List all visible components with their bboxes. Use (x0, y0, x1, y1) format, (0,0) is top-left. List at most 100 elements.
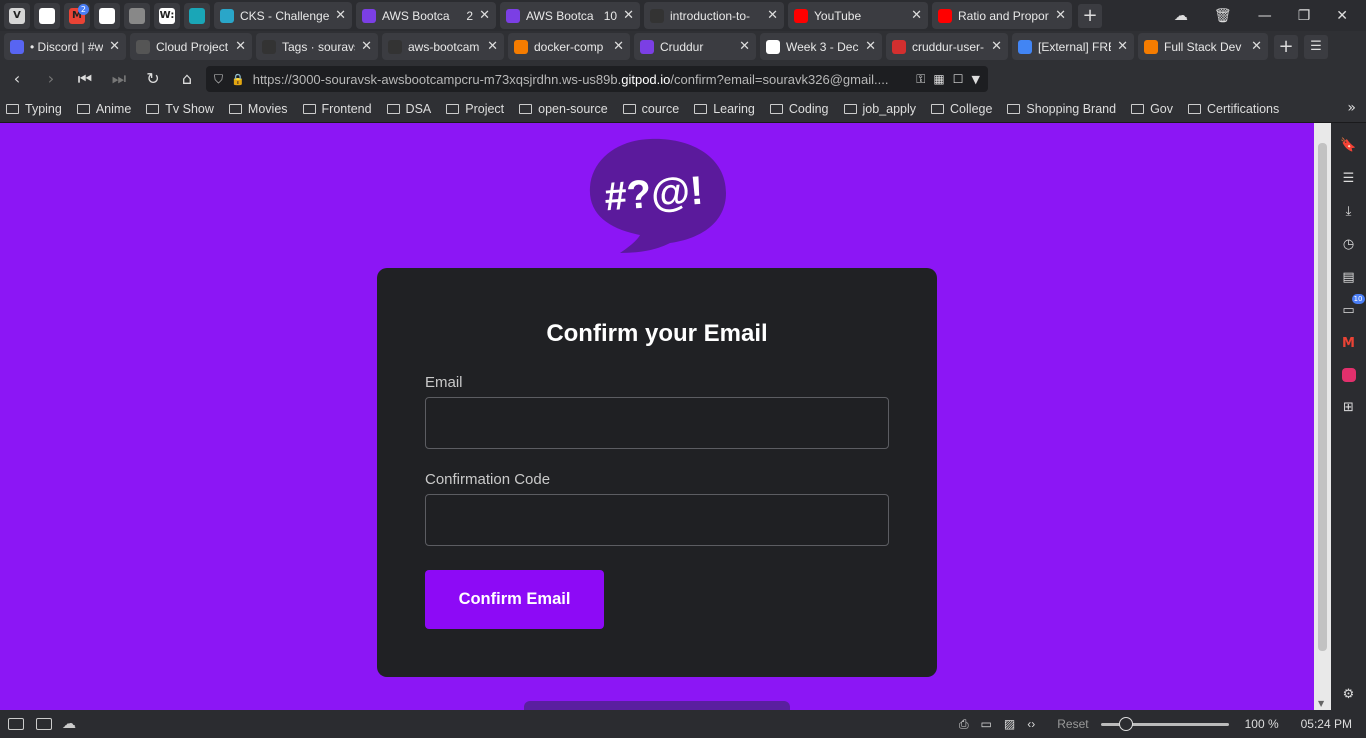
tab-tiling-icon[interactable] (36, 718, 52, 730)
browser-tab[interactable]: aws-bootcam ✕ (382, 33, 504, 60)
address-bar[interactable]: ⛉ 🔒 https://3000-souravsk-awsbootcampcru… (206, 66, 988, 92)
dropdown-icon[interactable]: ▼ (972, 73, 988, 86)
browser-tab[interactable]: introduction-to- ✕ (644, 2, 784, 29)
browser-tab[interactable]: CKS - Challenges ✕ (214, 2, 352, 29)
more-bookmarks-icon[interactable]: » (1347, 100, 1356, 116)
browser-tab[interactable]: Tags · souravs ✕ (256, 33, 378, 60)
close-tab-icon[interactable]: ✕ (335, 8, 346, 23)
browser-tab[interactable]: Cruddur ✕ (634, 33, 756, 60)
bookmark-folder[interactable]: Project (446, 102, 504, 116)
minimize-icon[interactable]: — (1258, 8, 1272, 24)
window-icon[interactable]: ▭ (981, 717, 992, 731)
close-tab-icon[interactable]: ✕ (479, 8, 490, 23)
window-panel-icon[interactable]: ▭ 10 (1341, 294, 1365, 318)
bookmark-folder[interactable]: open-source (519, 102, 608, 116)
close-tab-icon[interactable]: ✕ (1117, 39, 1128, 54)
bookmark-folder[interactable]: cource (622, 102, 679, 116)
scroll-down-icon[interactable]: ▼ (1318, 699, 1324, 708)
capture-icon[interactable]: ⎙ (959, 717, 969, 732)
browser-tab[interactable]: Ratio and Propor ✕ (932, 2, 1072, 29)
browser-tab[interactable]: • Discord | #w ✕ (4, 33, 126, 60)
confirmation-code-field[interactable] (425, 494, 889, 546)
rewind-icon[interactable]: ⏮ (68, 69, 102, 89)
fast-forward-icon[interactable]: ⏭ (102, 69, 136, 89)
url-text[interactable]: https://3000-souravsk-awsbootcampcru-m73… (253, 72, 909, 87)
pinned-tab-app[interactable] (184, 2, 210, 29)
browser-tab[interactable]: cruddur-user- ✕ (886, 33, 1008, 60)
zoom-slider[interactable] (1100, 716, 1229, 731)
close-tab-icon[interactable]: ✕ (109, 39, 120, 54)
bookmark-folder[interactable]: Gov (1131, 102, 1173, 116)
close-tab-icon[interactable]: ✕ (623, 8, 634, 23)
cloud-icon[interactable]: ☁ (1174, 8, 1188, 24)
instagram-icon[interactable] (1341, 368, 1356, 382)
pinned-tab-github[interactable] (94, 2, 120, 29)
email-field[interactable] (425, 397, 889, 449)
home-icon[interactable]: ⌂ (170, 69, 204, 88)
key-icon[interactable]: ⚿ (916, 72, 925, 87)
reading-list-icon[interactable]: ☰ (1341, 170, 1357, 186)
bookmark-folder[interactable]: Certifications (1188, 102, 1279, 116)
bookmark-folder[interactable]: Movies (228, 102, 288, 116)
bookmark-folder[interactable]: College (931, 102, 992, 116)
close-window-icon[interactable]: ✕ (1336, 8, 1348, 24)
notes-icon[interactable]: ▤ (1341, 269, 1357, 285)
close-tab-icon[interactable]: ✕ (739, 39, 750, 54)
pinned-tab-gmail[interactable]: M2 (64, 2, 90, 29)
tab-menu-icon[interactable]: ☰ (1304, 34, 1328, 59)
scrollbar-thumb[interactable] (1318, 143, 1327, 651)
bookmark-folder[interactable]: Shopping Brand (1007, 102, 1116, 116)
pinned-tab-globe[interactable] (124, 2, 150, 29)
add-panel-icon[interactable]: ⊞ (1341, 399, 1357, 415)
pinned-tab-word[interactable]: W: (154, 2, 180, 29)
bookmark-folder[interactable]: Frontend (302, 102, 372, 116)
code-icon[interactable]: ‹› (1027, 717, 1035, 731)
new-tab-icon-2[interactable]: + (1274, 34, 1298, 59)
bookmark-folder[interactable]: job_apply (843, 102, 916, 116)
reload-icon[interactable]: ↻ (136, 69, 170, 88)
bookmark-folder[interactable]: Tv Show (146, 102, 214, 116)
pinned-tab-github[interactable] (34, 2, 60, 29)
back-icon[interactable]: ‹ (0, 69, 34, 88)
new-tab-icon[interactable]: + (1078, 3, 1102, 28)
close-tab-icon[interactable]: ✕ (767, 8, 778, 23)
bookmark-folder[interactable]: Coding (769, 102, 829, 116)
restore-icon[interactable]: ❐ (1298, 8, 1311, 24)
browser-tab[interactable]: AWS Bootca 10 ✕ (500, 2, 640, 29)
bookmark-folder[interactable]: DSA (386, 102, 431, 116)
zoom-slider-knob[interactable] (1119, 716, 1134, 731)
bookmark-page-icon[interactable]: ☐ (953, 72, 964, 86)
zoom-reset-button[interactable]: Reset (1057, 717, 1088, 731)
sync-cloud-icon[interactable]: ☁ (62, 716, 76, 732)
bookmark-folder[interactable]: Learing (694, 102, 755, 116)
close-tab-icon[interactable]: ✕ (865, 39, 876, 54)
history-icon[interactable]: ◷ (1341, 236, 1357, 252)
shield-icon[interactable]: ⛉ (214, 72, 223, 87)
bookmarks-panel-icon[interactable]: 🔖 (1340, 137, 1356, 153)
close-tab-icon[interactable]: ✕ (1251, 39, 1262, 54)
browser-tab[interactable]: YouTube ✕ (788, 2, 928, 29)
trash-icon[interactable]: 🗑 (1214, 8, 1232, 24)
browser-tab[interactable]: AWS Bootca 2 ✕ (356, 2, 496, 29)
close-tab-icon[interactable]: ✕ (487, 39, 498, 54)
confirm-email-button[interactable]: Confirm Email (425, 570, 604, 629)
close-tab-icon[interactable]: ✕ (613, 39, 624, 54)
bookmark-folder[interactable]: Anime (76, 102, 131, 116)
panel-toggle-icon[interactable] (8, 718, 24, 730)
close-tab-icon[interactable]: ✕ (1055, 8, 1066, 23)
bookmark-folder[interactable]: Typing (6, 102, 62, 116)
close-tab-icon[interactable]: ✕ (991, 39, 1002, 54)
page-scrollbar[interactable]: ▼ (1314, 123, 1331, 710)
close-tab-icon[interactable]: ✕ (361, 39, 372, 54)
qr-code-icon[interactable]: ▦ (933, 72, 944, 86)
browser-tab[interactable]: docker-comp ✕ (508, 33, 630, 60)
browser-tab[interactable]: Cloud Project ✕ (130, 33, 252, 60)
browser-tab[interactable]: Week 3 - Dec ✕ (760, 33, 882, 60)
browser-tab[interactable]: Full Stack Dev ✕ (1138, 33, 1268, 60)
browser-tab[interactable]: [External] FRE ✕ (1012, 33, 1134, 60)
close-tab-icon[interactable]: ✕ (911, 8, 922, 23)
image-icon[interactable]: ▨ (1004, 717, 1015, 731)
forward-icon[interactable]: › (34, 69, 68, 88)
gmail-icon[interactable]: M (1341, 335, 1357, 351)
close-tab-icon[interactable]: ✕ (235, 39, 246, 54)
